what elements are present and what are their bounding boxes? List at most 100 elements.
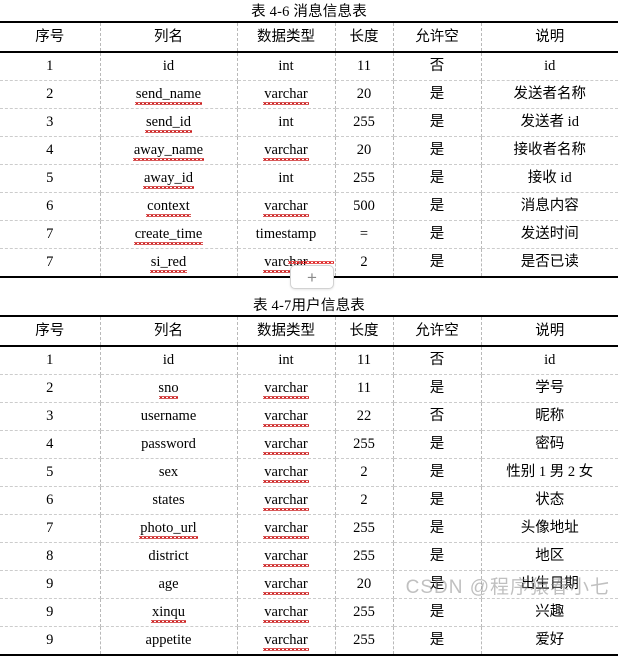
cell-column-name: username [99, 402, 238, 431]
table-row: 3 username varchar 22 否昵称 [0, 402, 618, 431]
cell-data-type: int [236, 345, 336, 375]
spellcheck-marked-text: varchar [263, 432, 310, 458]
cell-seq: 3 [0, 108, 101, 137]
cell-seq: 8 [0, 542, 101, 571]
cell-description: 发送时间 [480, 220, 618, 249]
table-row: 7 photo_url varchar 255 是头像地址 [0, 514, 618, 543]
cell-nullable: 是 [392, 374, 482, 403]
cell-length: 2 [334, 458, 394, 487]
table-row: 9 age varchar 20 是出生日期 [0, 570, 618, 599]
table-row: 5 away_id int 255 是接收 id [0, 164, 618, 193]
cell-description: 状态 [480, 486, 618, 515]
cell-length: = [334, 220, 394, 249]
column-header-desc: 说明 [480, 21, 618, 53]
cell-column-name: send_id [99, 108, 238, 137]
cell-length: 500 [334, 192, 394, 221]
cell-seq: 4 [0, 430, 101, 459]
cell-seq: 3 [0, 402, 101, 431]
column-header-null: 允许空 [392, 21, 482, 53]
cell-description: 昵称 [480, 402, 618, 431]
cell-nullable: 是 [392, 626, 482, 656]
column-header-type: 数据类型 [236, 315, 336, 347]
spellcheck-marked-text: send_name [134, 82, 203, 108]
cell-data-type: varchar [236, 136, 336, 165]
column-header-type: 数据类型 [236, 21, 336, 53]
cell-nullable: 是 [392, 108, 482, 137]
spellcheck-marked-text: create_time [133, 222, 203, 248]
column-header-desc: 说明 [480, 315, 618, 347]
cell-seq: 9 [0, 626, 101, 656]
table1-caption: 表 4-6 消息信息表 [251, 4, 367, 20]
cell-nullable: 是 [392, 248, 482, 278]
cell-column-name: district [99, 542, 238, 571]
spellcheck-marked-text: varchar [263, 138, 310, 164]
table-row: 8 district varchar 255 是地区 [0, 542, 618, 571]
cell-length: 255 [334, 542, 394, 571]
cell-column-name: away_id [99, 164, 238, 193]
cell-seq: 5 [0, 458, 101, 487]
cell-data-type: varchar [236, 192, 336, 221]
spellcheck-marked-text: varchar [263, 376, 310, 402]
spellcheck-marked-text: varchar [263, 488, 310, 514]
table-row: 5 sex varchar 2 是性别 1 男 2 女 [0, 458, 618, 487]
cell-length: 11 [334, 345, 394, 375]
cell-data-type: varchar [236, 374, 336, 403]
table-row: 1 id int 11 否 id [0, 51, 618, 81]
cell-column-name: photo_url [99, 514, 238, 543]
document-page: 表 4-6 消息信息表 序号 列名 数据类型 长度 允许空 说明 1 id int 1… [0, 0, 618, 656]
spellcheck-marked-text: context [146, 194, 191, 220]
cell-nullable: 是 [392, 430, 482, 459]
cell-description: 是否已读 [480, 248, 618, 278]
cell-description: 消息内容 [480, 192, 618, 221]
table2-body: 1 id int 11 否 id 2 sno varchar 11 是学号 3 username varc… [0, 345, 618, 656]
table-row: 2 sno varchar 11 是学号 [0, 374, 618, 403]
cell-column-name: sex [99, 458, 238, 487]
cell-data-type: varchar [236, 458, 336, 487]
table-row: 6 states varchar 2 是状态 [0, 486, 618, 515]
cell-column-name: age [99, 570, 238, 599]
cell-length: 255 [334, 626, 394, 656]
cell-seq: 7 [0, 220, 101, 249]
cell-description: 接收者名称 [480, 136, 618, 165]
cell-length: 255 [334, 164, 394, 193]
cell-data-type: int [236, 108, 336, 137]
cell-nullable: 是 [392, 458, 482, 487]
cell-column-name: password [99, 430, 238, 459]
cell-nullable: 是 [392, 192, 482, 221]
table-row: 9 appetite varchar 255 是爱好 [0, 626, 618, 656]
cell-seq: 2 [0, 374, 101, 403]
cell-nullable: 是 [392, 514, 482, 543]
spellcheck-marked-text: photo_url [139, 516, 199, 542]
table-row: 3 send_id int 255 是发送者 id [0, 108, 618, 137]
cell-column-name: si_red [99, 248, 238, 278]
table-row: 4 password varchar 255 是密码 [0, 430, 618, 459]
spellcheck-marked-text: si_red [149, 249, 188, 275]
cell-column-name: create_time [99, 220, 238, 249]
cell-length: 255 [334, 514, 394, 543]
cell-description: 密码 [480, 430, 618, 459]
cell-description: 性别 1 男 2 女 [480, 458, 618, 487]
table2-header-row: 序号 列名 数据类型 长度 允许空 说明 [0, 315, 618, 347]
cell-length: 20 [334, 570, 394, 599]
cell-description: 接收 id [480, 164, 618, 193]
cell-seq: 7 [0, 248, 101, 278]
cell-data-type: varchar [236, 570, 336, 599]
table2-caption-suffix: 信息表 [320, 298, 365, 314]
cell-length: 255 [334, 108, 394, 137]
cell-description: 出生日期 [480, 570, 618, 599]
cell-seq: 6 [0, 192, 101, 221]
cell-seq: 9 [0, 570, 101, 599]
cell-length: 22 [334, 402, 394, 431]
spellcheck-marked-text: varchar [263, 194, 310, 220]
cell-description: id [480, 51, 618, 81]
add-button-overlay[interactable]: + [290, 265, 334, 289]
cell-seq: 4 [0, 136, 101, 165]
column-header-name: 列名 [99, 21, 238, 53]
cell-description: 地区 [480, 542, 618, 571]
cell-seq: 1 [0, 345, 101, 375]
table-row: 4 away_name varchar 20 是接收者名称 [0, 136, 618, 165]
cell-seq: 7 [0, 514, 101, 543]
cell-nullable: 是 [392, 542, 482, 571]
cell-seq: 6 [0, 486, 101, 515]
cell-data-type: int [236, 51, 336, 81]
